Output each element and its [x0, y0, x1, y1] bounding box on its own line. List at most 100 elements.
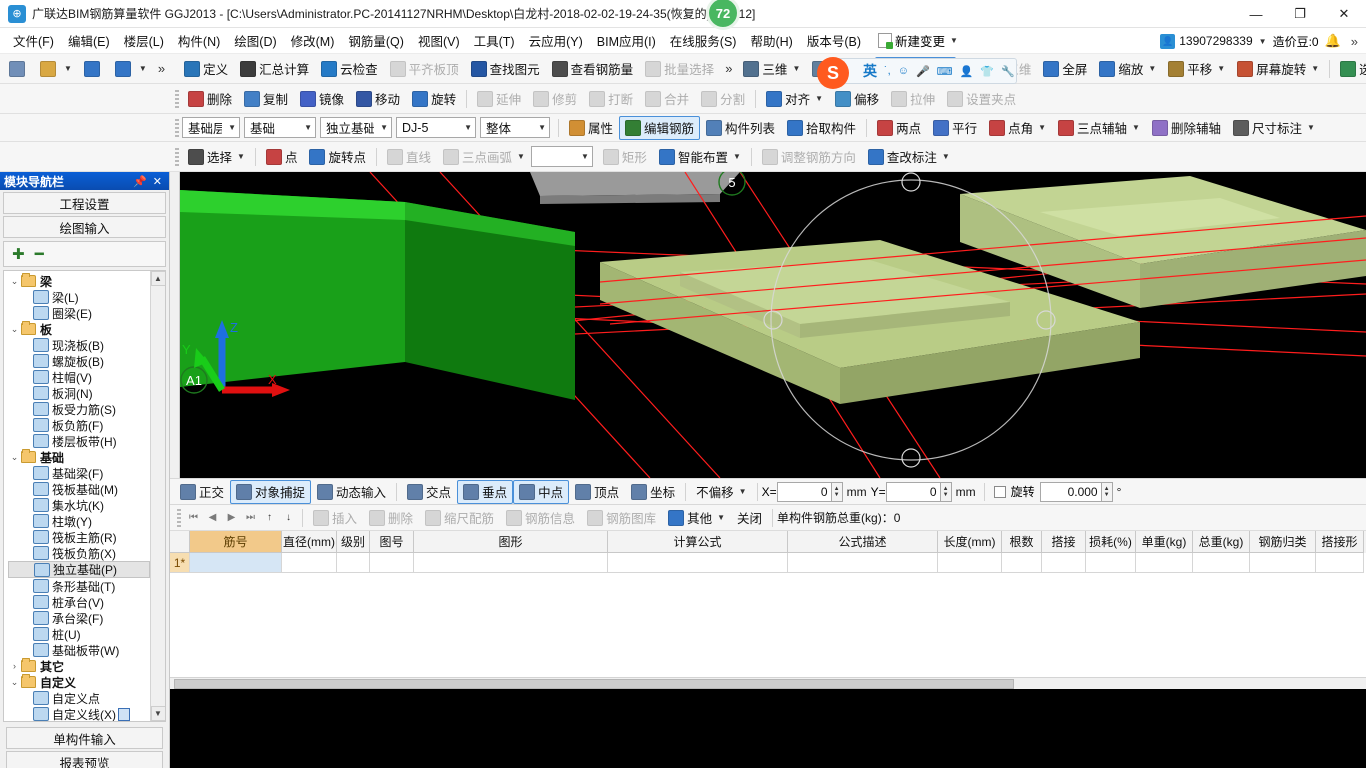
chevron-down-icon[interactable]: ▼ [532, 123, 546, 132]
new-file-button[interactable] [3, 57, 34, 81]
point-angle-button[interactable]: 点角 ▼ [983, 116, 1052, 140]
toolbar-gripper[interactable] [175, 89, 179, 108]
table-cell[interactable] [282, 553, 337, 573]
tree-item-4[interactable]: 现浇板(B) [8, 337, 150, 353]
report-preview-button[interactable]: 报表预览 [6, 751, 163, 768]
column-header-0[interactable] [170, 531, 190, 553]
save-button[interactable] [78, 57, 109, 81]
column-header-13[interactable]: 总重(kg) [1193, 531, 1250, 553]
emoji-icon[interactable]: ☺ [898, 65, 909, 77]
parallel-button[interactable]: 平行 [927, 116, 983, 140]
tree-item-20[interactable]: 桩承台(V) [8, 594, 150, 610]
table-cell[interactable] [337, 553, 370, 573]
tree-item-26[interactable]: 自定义点 [8, 690, 150, 706]
shape-combo[interactable]: ▼ [530, 146, 593, 167]
table-cell[interactable] [1086, 553, 1136, 573]
y-stepper[interactable]: ▲ ▼ [940, 481, 952, 502]
menu-2[interactable]: 楼层(L) [117, 28, 171, 53]
floor-combo[interactable]: 基础层 ▼ [182, 117, 240, 138]
tree-item-21[interactable]: 承台梁(F) [8, 610, 150, 626]
component-name-combo[interactable]: DJ-5 ▼ [396, 117, 476, 138]
select-tool-button[interactable]: 选择 ▼ [182, 145, 251, 169]
perpendicular-snap[interactable]: 垂点 [457, 479, 514, 504]
undo-button[interactable]: ▼ [109, 57, 153, 81]
tree-item-9[interactable]: 板负筋(F) [8, 417, 150, 433]
coordinate-snap[interactable]: 坐标 [625, 480, 681, 504]
rebar-nav-2[interactable]: ▶ [222, 508, 241, 527]
scroll-up-button[interactable]: ▲ [150, 271, 165, 286]
menu-1[interactable]: 编辑(E) [61, 28, 117, 53]
keyboard-icon[interactable]: ⌨ [937, 65, 953, 78]
toolbar-gripper[interactable] [175, 118, 179, 137]
menu-8[interactable]: 工具(T) [467, 28, 522, 53]
open-file-button[interactable]: ▼ [34, 57, 78, 81]
ime-mode-label[interactable]: 英 [863, 61, 877, 81]
chevron-down-icon[interactable]: ▼ [1307, 123, 1315, 132]
table-cell[interactable] [190, 553, 282, 573]
rebar-horizontal-scrollbar[interactable] [170, 677, 1366, 689]
chevron-down-icon[interactable]: ▼ [139, 64, 147, 73]
find-element-button[interactable]: 查找图元 [465, 57, 546, 81]
dynamic-input-toggle[interactable]: 动态输入 [311, 480, 392, 504]
pick-component-button[interactable]: 拾取构件 [781, 116, 862, 140]
tree-item-6[interactable]: 柱帽(V) [8, 369, 150, 385]
object-snap-toggle[interactable]: 对象捕捉 [230, 479, 312, 504]
chevron-down-icon[interactable]: ▼ [458, 123, 472, 132]
column-header-5[interactable]: 图形 [414, 531, 608, 553]
rebar-nav-3[interactable]: ⏭ [241, 508, 260, 527]
tree-item-5[interactable]: 螺旋板(B) [8, 353, 150, 369]
menu-11[interactable]: 在线服务(S) [663, 28, 744, 53]
column-header-15[interactable]: 搭接形 [1316, 531, 1364, 553]
chevron-down-icon[interactable]: ▼ [792, 64, 800, 73]
offset-button[interactable]: 偏移 [829, 87, 885, 111]
two-point-button[interactable]: 两点 [871, 116, 927, 140]
rotate-checkbox[interactable] [993, 485, 1006, 498]
column-header-10[interactable]: 搭接 [1042, 531, 1086, 553]
rotate-stepper[interactable]: ▲ ▼ [1101, 481, 1113, 502]
toolbar1-overflow-left[interactable]: » [153, 61, 170, 76]
tree-item-23[interactable]: 基础板带(W) [8, 642, 150, 658]
rebar-table-body[interactable]: 1* [170, 553, 1366, 573]
y-input[interactable]: 0 [885, 481, 941, 502]
menu-13[interactable]: 版本号(B) [800, 28, 868, 53]
three-point-axis-button[interactable]: 三点辅轴 ▼ [1052, 116, 1146, 140]
tree-item-15[interactable]: 柱墩(Y) [8, 513, 150, 529]
chevron-down-icon[interactable]: ▼ [1311, 64, 1319, 73]
table-cell[interactable] [788, 553, 938, 573]
rotate-point-button[interactable]: 旋转点 [303, 145, 372, 169]
tree-item-7[interactable]: 板洞(N) [8, 385, 150, 401]
column-header-3[interactable]: 级别 [337, 531, 370, 553]
midpoint-snap[interactable]: 中点 [513, 479, 570, 504]
column-header-14[interactable]: 钢筋归类 [1250, 531, 1316, 553]
pin-icon[interactable]: 📌 [130, 175, 150, 188]
sogou-ime-toolbar[interactable]: S 英 ˙, ☺ 🎤 ⌨ 👤 👕 🔧 [817, 57, 1017, 89]
table-cell[interactable] [1136, 553, 1193, 573]
align-button[interactable]: 对齐 ▼ [760, 87, 829, 111]
chevron-down-icon[interactable]: ▼ [733, 152, 741, 161]
panel-gripper[interactable] [177, 508, 181, 527]
tree-folder-0[interactable]: ⌄ 梁 [8, 273, 150, 289]
skin-icon[interactable]: 👕 [980, 65, 994, 78]
menu-9[interactable]: 云应用(Y) [522, 28, 590, 53]
tree-item-27[interactable]: 自定义线(X) [8, 706, 150, 721]
close-panel-button[interactable]: 关闭 [731, 506, 768, 530]
chevron-down-icon[interactable]: ▼ [237, 152, 245, 161]
tree-item-10[interactable]: 楼层板带(H) [8, 433, 150, 449]
toolbar1-overflow-mid[interactable]: » [720, 61, 737, 76]
tree-item-1[interactable]: 梁(L) [8, 289, 150, 305]
x-stepper[interactable]: ▲ ▼ [831, 481, 843, 502]
column-header-11[interactable]: 损耗(%) [1086, 531, 1136, 553]
unit-combo[interactable]: 整体 ▼ [480, 117, 550, 138]
column-header-2[interactable]: 直径(mm) [282, 531, 337, 553]
close-button[interactable]: ✕ [1322, 0, 1366, 28]
tree-item-8[interactable]: 板受力筋(S) [8, 401, 150, 417]
menu-0[interactable]: 文件(F) [6, 28, 61, 53]
define-button[interactable]: 定义 [178, 57, 234, 81]
chevron-down-icon[interactable]: ▼ [517, 152, 525, 161]
category-combo[interactable]: 基础 ▼ [244, 117, 316, 138]
collapse-all-icon[interactable]: ━ [35, 245, 44, 263]
mirror-button[interactable]: 镜像 [294, 87, 350, 111]
dimension-button[interactable]: 尺寸标注 ▼ [1227, 116, 1321, 140]
tree-item-18[interactable]: 独立基础(P) [8, 561, 150, 578]
column-header-8[interactable]: 长度(mm) [938, 531, 1002, 553]
